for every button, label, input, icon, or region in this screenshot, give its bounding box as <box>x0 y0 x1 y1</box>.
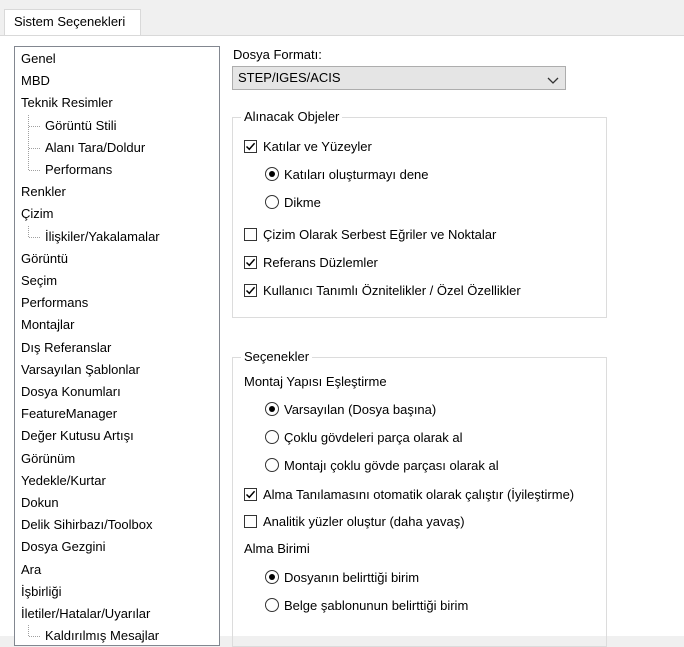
checkbox-box <box>244 256 257 269</box>
tree-connector <box>28 114 29 170</box>
tree-connector <box>29 236 40 238</box>
tree-item[interactable]: Ara <box>21 559 41 581</box>
radio-dot <box>265 458 279 472</box>
radio-dot <box>265 598 279 612</box>
tab-strip: Sistem Seçenekleri <box>0 0 684 36</box>
tree-connector <box>29 636 40 638</box>
template-unit-label: Belge şablonunun belirttiği birim <box>284 598 469 613</box>
tree-item[interactable]: Çizim <box>21 203 54 225</box>
tree-item[interactable]: MBD <box>21 70 50 92</box>
tree-item[interactable]: Seçim <box>21 270 57 292</box>
radio-dot <box>265 430 279 444</box>
tree-connector <box>28 625 29 637</box>
tab-divider <box>0 35 684 36</box>
file-format-value: STEP/IGES/ACIS <box>238 70 341 85</box>
tree-connector <box>29 125 40 127</box>
assembly-mapping-label: Montaj Yapısı Eşleştirme <box>244 374 387 389</box>
tree-item[interactable]: Yedekle/Kurtar <box>21 470 106 492</box>
assembly-as-multibody-label: Montajı çoklu gövde parçası olarak al <box>284 458 499 473</box>
try-form-solids-label: Katıları oluşturmayı dene <box>284 167 429 182</box>
tree-item[interactable]: Varsayılan Şablonlar <box>21 359 140 381</box>
radio-dot <box>265 570 279 584</box>
user-attributes-label: Kullanıcı Tanımlı Öznitelikler / Özel Öz… <box>263 283 521 298</box>
options-group-title: Seçenekler <box>241 349 313 365</box>
objects-group-title: Alınacak Objeler <box>241 109 343 125</box>
tree-item[interactable]: Dış Referanslar <box>21 337 111 359</box>
tree-item[interactable]: Genel <box>21 48 56 70</box>
tree-item[interactable]: Delik Sihirbazı/Toolbox <box>21 514 153 536</box>
tree-item[interactable]: Performans <box>21 292 88 314</box>
tree-item[interactable]: Renkler <box>21 181 66 203</box>
tree-item[interactable]: FeatureManager <box>21 403 117 425</box>
tree-connector <box>29 147 40 149</box>
radio-dot <box>265 402 279 416</box>
solids-surfaces-label: Katılar ve Yüzeyler <box>263 139 372 154</box>
checkbox-box <box>244 515 257 528</box>
tree-subitem[interactable]: Alanı Tara/Doldur <box>45 137 145 159</box>
auto-diagnose-label: Alma Tanılamasını otomatik olarak çalışt… <box>263 487 575 502</box>
tree-item[interactable]: Değer Kutusu Artışı <box>21 425 134 447</box>
import-unit-label: Alma Birimi <box>244 541 310 556</box>
tree-item[interactable]: Görünüm <box>21 448 75 470</box>
file-format-dropdown[interactable]: STEP/IGES/ACIS <box>232 66 566 90</box>
tree-item[interactable]: Dosya Gezgini <box>21 536 106 558</box>
tree-item[interactable]: Görüntü <box>21 248 68 270</box>
tree-subitem[interactable]: İlişkiler/Yakalamalar <box>45 226 160 248</box>
multibody-as-part-label: Çoklu gövdeleri parça olarak al <box>284 430 463 445</box>
tree-item[interactable]: İşbirliği <box>21 581 61 603</box>
tree-subitem[interactable]: Performans <box>45 159 112 181</box>
analytic-faces-label: Analitik yüzler oluştur (daha yavaş) <box>263 514 465 529</box>
tree-connector <box>28 225 29 237</box>
checkbox-box <box>244 140 257 153</box>
checkbox-box <box>244 284 257 297</box>
checkbox-box <box>244 228 257 241</box>
tree-item[interactable]: Montajlar <box>21 314 74 336</box>
radio-dot <box>265 195 279 209</box>
tree-item[interactable]: Teknik Resimler <box>21 92 113 114</box>
tree-subitem[interactable]: Görüntü Stili <box>45 115 117 137</box>
knit-label: Dikme <box>284 195 321 210</box>
tree-connector <box>29 170 40 171</box>
file-format-label: Dosya Formatı: <box>233 47 322 62</box>
file-unit-label: Dosyanın belirttiği birim <box>284 570 420 585</box>
radio-dot <box>265 167 279 181</box>
tree-item[interactable]: Dokun <box>21 492 59 514</box>
tab-system-options[interactable]: Sistem Seçenekleri <box>4 9 141 35</box>
checkbox-box <box>244 488 257 501</box>
chevron-down-icon <box>547 71 559 84</box>
default-per-file-label: Varsayılan (Dosya başına) <box>284 402 437 417</box>
tree-item[interactable]: İletiler/Hatalar/Uyarılar <box>21 603 150 625</box>
options-tree[interactable]: Genel MBD Teknik Resimler Görüntü Stili Alan… <box>14 46 220 646</box>
free-curves-label: Çizim Olarak Serbest Eğriler ve Noktalar <box>263 227 497 242</box>
tree-item[interactable]: Dosya Konumları <box>21 381 121 403</box>
ref-planes-label: Referans Düzlemler <box>263 255 378 270</box>
tab-label: Sistem Seçenekleri <box>14 14 126 29</box>
